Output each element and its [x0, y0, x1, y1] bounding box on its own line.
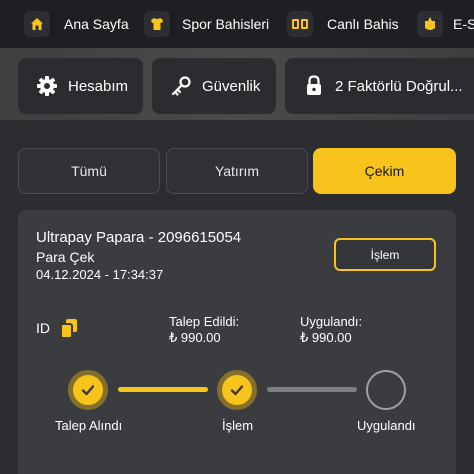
transaction-title: Ultrapay Papara - 2096615054: [36, 229, 242, 246]
security-button[interactable]: Güvenlik: [152, 58, 276, 114]
requested-label: Talep Edildi:: [169, 314, 240, 329]
step-label-applied: Uygulandı: [357, 418, 416, 433]
home-icon: [24, 11, 50, 37]
tab-all[interactable]: Tümü: [18, 148, 160, 194]
nav-label-home: Ana Sayfa: [64, 16, 129, 32]
security-button-label: Güvenlik: [202, 77, 261, 95]
gear-icon: [36, 75, 58, 97]
account-button-label: Hesabım: [68, 77, 129, 95]
applied-value: ₺ 990.00: [300, 330, 352, 345]
transaction-date: 04.12.2024 - 17:34:37: [36, 267, 164, 282]
two-factor-button-label: 2 Faktörlü Doğrul...: [335, 77, 463, 95]
two-factor-button[interactable]: 2 Faktörlü Doğrul...: [285, 58, 474, 114]
lock-icon: [303, 75, 325, 97]
step-label-processing: İşlem: [222, 418, 254, 433]
jersey-icon: [144, 11, 170, 37]
step-requested-check-icon: [68, 370, 108, 410]
step-label-requested: Talep Alındı: [55, 418, 123, 433]
step-applied-circle-icon: [366, 370, 406, 410]
progress-line-1: [118, 387, 208, 392]
id-label: ID: [36, 320, 50, 336]
transaction-type: Para Çek: [36, 249, 95, 265]
tab-deposit[interactable]: Yatırım: [166, 148, 308, 194]
esports-icon: [417, 11, 443, 37]
nav-item-home[interactable]: Ana Sayfa: [24, 10, 129, 38]
nav-label-sports: Spor Bahisleri: [182, 16, 270, 32]
nav-item-esports[interactable]: E-S: [417, 10, 474, 38]
step-processing-check-icon: [217, 370, 257, 410]
account-button[interactable]: Hesabım: [18, 58, 143, 114]
key-icon: [170, 75, 192, 97]
applied-label: Uygulandı:: [300, 314, 363, 329]
progress-line-2: [267, 387, 357, 392]
nav-label-live: Canlı Bahis: [327, 16, 399, 32]
nav-item-sports[interactable]: Spor Bahisleri: [144, 10, 269, 38]
requested-value: ₺ 990.00: [169, 330, 221, 345]
scoreboard-icon: [287, 11, 313, 37]
nav-label-esports: E-S: [453, 16, 474, 32]
nav-item-live[interactable]: Canlı Bahis: [287, 10, 399, 38]
tab-withdrawal[interactable]: Çekim: [313, 148, 456, 194]
copy-icon[interactable]: [59, 318, 79, 340]
transaction-action-button[interactable]: İşlem: [334, 238, 436, 271]
top-navigation: Ana Sayfa Spor Bahisleri Canlı Bahis E-S: [0, 0, 474, 48]
